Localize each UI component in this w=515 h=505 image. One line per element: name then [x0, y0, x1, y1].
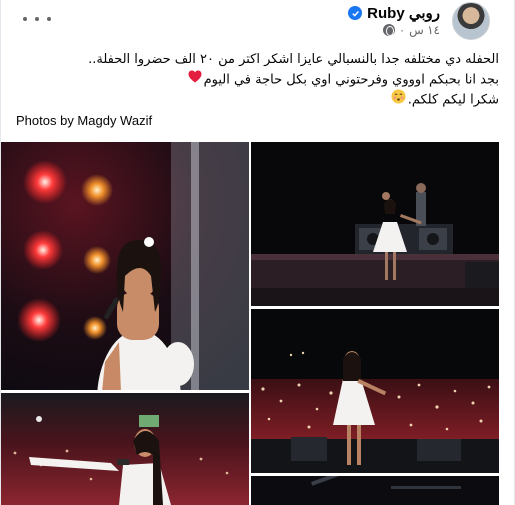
post-meta: · ١٤ س — [383, 23, 440, 37]
photo-singer-stage-closeup[interactable] — [1, 142, 249, 390]
author-line: Ruby روبي — [348, 4, 440, 22]
photo-stage-wide[interactable] — [251, 142, 499, 306]
post-text-line-3: شكرا ليكم كلكم. — [407, 92, 499, 108]
photo-credit: Photos by Magdy Wazif — [16, 113, 153, 128]
photo-partial[interactable] — [251, 476, 499, 505]
red-heart-emoji — [188, 70, 202, 90]
photo-singer-pointing[interactable] — [1, 393, 249, 505]
post-text-line-1: الحفله دي مختلفه جدا بالنسبالي عايزا اشك… — [88, 52, 499, 67]
post-text-line-2: بجد انا بحبكم اوووي وفرحتوني اوي بكل حاج… — [203, 71, 499, 87]
post-text: الحفله دي مختلفه جدا بالنسبالي عايزا اشك… — [13, 50, 499, 111]
post-header: Ruby روبي · ١٤ س — [1, 0, 515, 44]
post-timestamp[interactable]: ١٤ س — [409, 23, 440, 37]
photo-stage-crowd[interactable] — [251, 309, 499, 473]
author-avatar[interactable] — [452, 2, 490, 40]
globe-icon[interactable] — [383, 24, 396, 36]
author-name[interactable]: Ruby روبي — [367, 4, 440, 22]
blushing-smile-emoji — [391, 89, 406, 111]
more-options-icon[interactable] — [23, 9, 51, 29]
verified-badge-icon — [348, 6, 363, 20]
post-card: Ruby روبي · ١٤ س الحفله دي مختلفه جدا با… — [0, 0, 515, 505]
